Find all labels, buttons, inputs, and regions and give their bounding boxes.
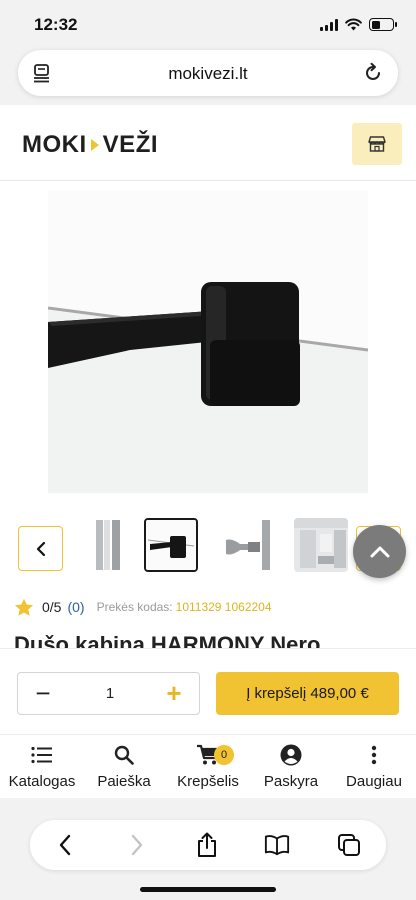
signal-icon <box>320 18 338 31</box>
nav-item-search[interactable]: Paieška <box>82 743 166 790</box>
search-icon <box>114 745 134 765</box>
thumbnail-bathroom-image <box>294 518 348 572</box>
store-button[interactable] <box>352 123 402 165</box>
more-icon <box>371 745 377 765</box>
logo-arrow-icon <box>90 139 99 151</box>
add-to-cart-button[interactable]: Į krepšelį 489,00 € <box>216 672 399 715</box>
thumbnail-prev-button[interactable] <box>18 526 63 571</box>
cart-count-badge: 0 <box>214 745 234 765</box>
quantity-input[interactable]: 1 <box>88 685 132 702</box>
nav-item-catalog[interactable]: Katalogas <box>0 743 84 790</box>
status-icons <box>320 18 397 31</box>
bookmarks-button[interactable] <box>264 832 290 858</box>
browser-top-bar: mokivezi.lt <box>0 50 416 105</box>
nav-item-cart[interactable]: 0 Krepšelis <box>166 743 250 790</box>
user-icon <box>280 744 302 766</box>
status-time: 12:32 <box>34 15 78 34</box>
nav-label-cart: Krepšelis <box>177 773 239 790</box>
url-text[interactable]: mokivezi.lt <box>18 64 398 84</box>
thumbnail-door-image <box>72 518 126 572</box>
quantity-increase-button[interactable]: + <box>161 680 187 707</box>
browser-toolbar <box>0 798 416 900</box>
product-main-image[interactable] <box>48 190 368 493</box>
tabs-button[interactable] <box>336 832 362 858</box>
battery-icon <box>369 18 397 31</box>
share-button[interactable] <box>194 832 220 858</box>
logo-text-left: MOKI <box>22 131 87 158</box>
browser-back-button[interactable] <box>52 832 78 858</box>
site-header: MOKI VEŽI <box>0 105 416 181</box>
star-icon[interactable] <box>14 598 34 617</box>
store-icon <box>368 136 386 152</box>
quantity-stepper: − 1 + <box>17 672 200 715</box>
chevron-left-icon <box>59 834 71 856</box>
logo-text-right: VEŽI <box>102 131 159 158</box>
chevron-right-icon <box>131 834 143 856</box>
sku-value: 1011329 1062204 <box>175 600 272 614</box>
book-icon <box>264 835 290 856</box>
bottom-nav: Katalogas Paieška 0 Krepšelis Paskyra Da… <box>0 734 416 798</box>
thumbnail-knob-image <box>218 518 272 572</box>
chevron-left-icon <box>36 541 45 556</box>
browser-forward-button[interactable] <box>124 832 150 858</box>
address-bar[interactable]: mokivezi.lt <box>18 50 398 96</box>
quantity-decrease-button[interactable]: − <box>30 680 56 707</box>
shower-bracket-image <box>48 190 368 493</box>
tabs-icon <box>338 834 360 856</box>
wifi-icon <box>345 18 362 31</box>
home-indicator <box>140 887 276 892</box>
add-to-cart-bar: − 1 + Į krepšelį 489,00 € <box>0 648 416 734</box>
thumbnail-3[interactable] <box>218 518 272 572</box>
thumbnail-4[interactable] <box>294 518 348 572</box>
rating-score: 0/5 <box>42 599 62 615</box>
rating-count-link[interactable]: (0) <box>67 599 84 615</box>
nav-item-more[interactable]: Daugiau <box>332 743 416 790</box>
reload-icon[interactable] <box>362 62 384 89</box>
status-bar: 12:32 <box>0 0 416 50</box>
nav-label-catalog: Katalogas <box>8 773 76 790</box>
chevron-up-icon <box>370 546 389 557</box>
site-logo[interactable]: MOKI VEŽI <box>22 131 158 159</box>
thumbnail-bracket-image <box>146 520 196 570</box>
scroll-to-top-button[interactable] <box>353 525 406 578</box>
share-icon <box>198 832 216 857</box>
product-title: Dušo kabina HARMONY Nero <box>14 632 321 648</box>
nav-item-account[interactable]: Paskyra <box>249 743 333 790</box>
nav-label-search: Paieška <box>97 773 151 790</box>
thumbnail-1[interactable] <box>72 518 126 572</box>
sku-label: Prekės kodas: <box>96 600 173 614</box>
nav-label-account: Paskyra <box>263 773 319 790</box>
thumbnail-2[interactable] <box>144 518 198 572</box>
rating-row: 0/5 (0) Prekės kodas: 1011329 1062204 <box>14 596 272 618</box>
toolbar-pill <box>30 820 386 870</box>
nav-label-more: Daugiau <box>346 773 402 790</box>
product-title-container: Dušo kabina HARMONY Nero <box>0 628 416 648</box>
list-icon <box>31 746 52 764</box>
